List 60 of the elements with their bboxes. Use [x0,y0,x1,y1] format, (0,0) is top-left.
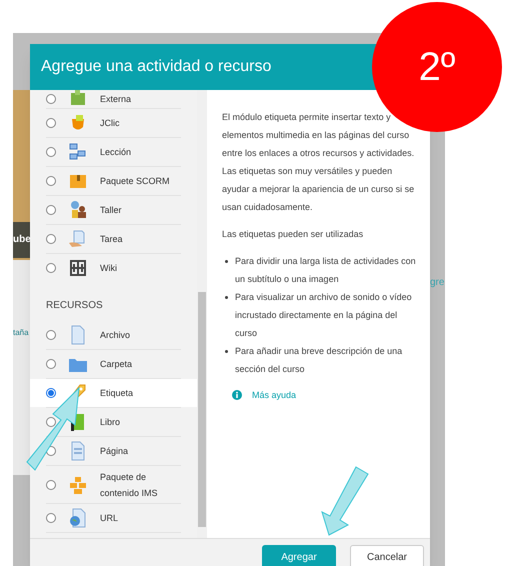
module-option[interactable]: Lección [30,138,197,166]
radio-button[interactable] [46,147,56,157]
radio-button[interactable] [46,205,56,215]
module-option[interactable]: Carpeta [30,350,197,378]
people-icon [68,200,88,220]
module-label: Tarea [100,233,124,246]
radio-button[interactable] [46,263,56,273]
module-label: Página [100,445,130,458]
section-heading: RECURSOS [45,299,104,313]
description-paragraph: El módulo etiqueta permite insertar texto y elementos multimedia en las páginas del curso entre los enlaces a otros recursos y actividades. Las etiquetas son muy versátiles y pueden ayudar a mejorar la apariencia de un curso si se usan cuidadosamente. [222,111,416,214]
module-label: Etiqueta [100,387,134,400]
module-option[interactable]: Externa [30,90,197,108]
module-option[interactable]: JClic [30,109,197,137]
module-label: Archivo [100,329,132,342]
module-label: Lección [100,146,132,159]
module-option[interactable]: Paquete de contenido IMS [30,466,197,503]
radio-button[interactable] [46,94,56,104]
module-option[interactable]: URL [30,504,197,532]
description-paragraph: Las etiquetas pueden ser utilizadas [222,228,364,241]
module-option[interactable]: Tarea [30,225,197,253]
radio-button[interactable] [46,118,56,128]
module-option[interactable]: Wiki [30,254,197,282]
module-label: URL [100,512,120,525]
module-label: Paquete de contenido IMS [100,470,159,500]
annotation-arrow [321,466,369,536]
module-label: Wiki [100,262,118,275]
radio-button[interactable] [46,388,56,398]
module-option[interactable]: Taller [30,196,197,224]
module-label: Libro [100,416,122,429]
radio-button[interactable] [46,359,56,369]
bullet-icon [225,260,228,263]
bullet-text: Para dividir una larga lista de actividades con un subtítulo o una imagen [235,255,417,286]
radio-button[interactable] [46,480,56,490]
bullet-icon [225,296,228,299]
module-option[interactable]: Etiqueta [30,379,197,407]
module-label: Paquete SCORM [100,175,171,188]
banner-text: ube [13,222,30,258]
module-label: Carpeta [100,358,134,371]
flowchart-icon [68,142,88,162]
dialog-title: Agregue una actividad o recurso [41,57,272,77]
radio-button[interactable] [46,513,56,523]
module-label: JClic [100,117,120,130]
radio-button[interactable] [46,417,56,427]
module-label: Taller [100,204,123,217]
module-option[interactable]: Paquete SCORM [30,167,197,195]
radio-button[interactable] [46,176,56,186]
knot-icon [68,258,88,278]
link-text: gre [430,276,444,290]
info-icon [232,390,242,400]
cancel-button[interactable]: Cancelar [350,545,424,566]
bullet-icon [225,350,228,353]
bullet-text: Para añadir una breve descripción de una sección del curso [235,345,404,376]
boxes-icon [68,474,88,494]
module-option[interactable]: Archivo [30,321,197,349]
globe-document-icon [68,508,88,528]
radio-button[interactable] [46,234,56,244]
bullet-text: Para visualizar un archivo de sonido o vídeo incrustado directamente en la página del curso [235,291,413,340]
step-number: 2º [418,47,456,87]
radio-button[interactable] [46,330,56,340]
module-label: Externa [100,93,132,106]
